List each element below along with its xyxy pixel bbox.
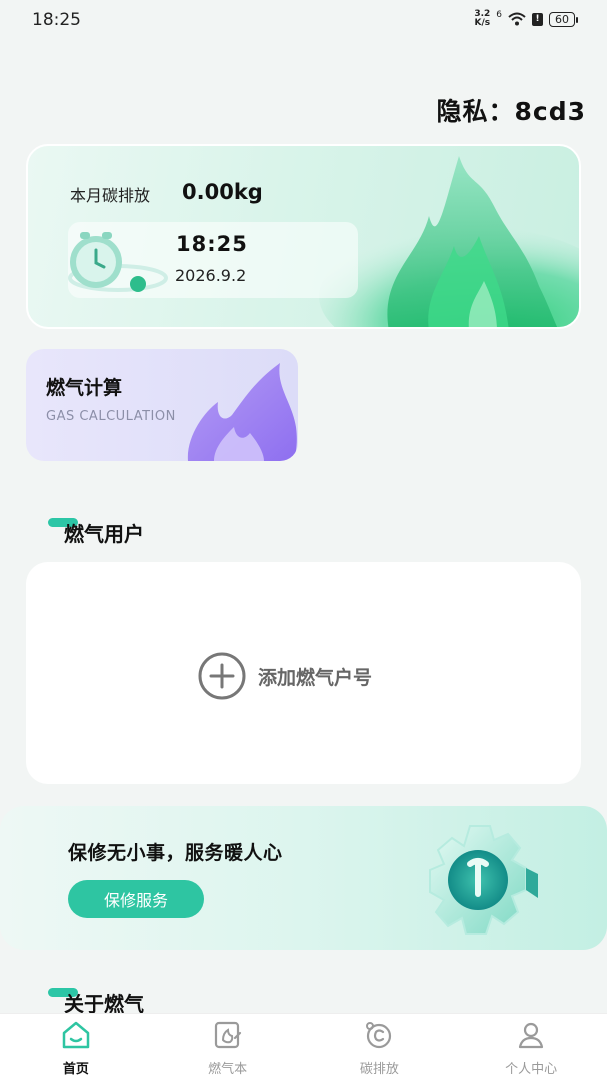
gas-users-title: 燃气用户 xyxy=(64,522,144,546)
alarm-clock-icon xyxy=(68,232,168,292)
green-flame-illustration xyxy=(319,156,579,327)
network-speed: 3.2 K/s xyxy=(474,10,490,28)
privacy-label: 隐私： xyxy=(436,97,515,126)
wifi-icon xyxy=(508,12,526,26)
nav-gas-book[interactable]: 燃气本 xyxy=(152,1014,304,1080)
nav-gas-book-label: 燃气本 xyxy=(208,1062,248,1077)
profile-icon xyxy=(519,1022,544,1049)
nav-carbon[interactable]: 碳排放 xyxy=(304,1014,456,1080)
add-gas-account-button[interactable]: 添加燃气户号 xyxy=(198,652,372,700)
speed-unit: K/s xyxy=(474,18,491,28)
gas-calculation-card[interactable]: 燃气计算 GAS CALCULATION xyxy=(26,349,298,461)
carbon-label: 本月碳排放 xyxy=(70,186,151,205)
gas-calc-title: 燃气计算 xyxy=(46,377,123,399)
alert-icon: ! xyxy=(532,12,543,26)
add-account-label: 添加燃气户号 xyxy=(258,666,373,689)
gas-calc-subtitle: GAS CALCULATION xyxy=(46,409,176,424)
privacy-id: 隐私：8cd3 xyxy=(436,92,586,128)
home-icon xyxy=(62,1021,90,1049)
bottom-navigation: 首页 燃气本 碳排放 个人中心 xyxy=(0,1013,607,1080)
battery-indicator: 60 xyxy=(549,11,578,27)
nav-profile[interactable]: 个人中心 xyxy=(455,1014,607,1080)
carbon-emission-card[interactable]: 本月碳排放 0.00kg 18:25 2026.9.2 xyxy=(26,144,581,329)
repair-slogan: 保修无小事，服务暖人心 xyxy=(68,842,283,864)
carbon-value: 0.00kg xyxy=(182,180,263,204)
nav-carbon-label: 碳排放 xyxy=(359,1062,399,1077)
nav-home[interactable]: 首页 xyxy=(0,1014,152,1080)
nav-home-label: 首页 xyxy=(62,1062,89,1077)
gear-wrench-illustration xyxy=(429,825,538,935)
status-time: 18:25 xyxy=(32,10,81,30)
purple-flame-icon xyxy=(187,363,297,461)
current-date: 2026.9.2 xyxy=(175,266,247,285)
signal-label: 6 xyxy=(496,10,502,20)
current-time: 18:25 xyxy=(176,232,248,256)
status-icons: 3.2 K/s 6 ! 60 xyxy=(474,10,578,28)
gas-book-icon xyxy=(214,1021,241,1049)
nav-profile-label: 个人中心 xyxy=(505,1062,558,1077)
privacy-value: 8cd3 xyxy=(514,97,586,126)
carbon-icon xyxy=(366,1022,392,1049)
add-circle-icon xyxy=(198,652,246,700)
repair-service-button[interactable]: 保修服务 xyxy=(68,880,204,918)
